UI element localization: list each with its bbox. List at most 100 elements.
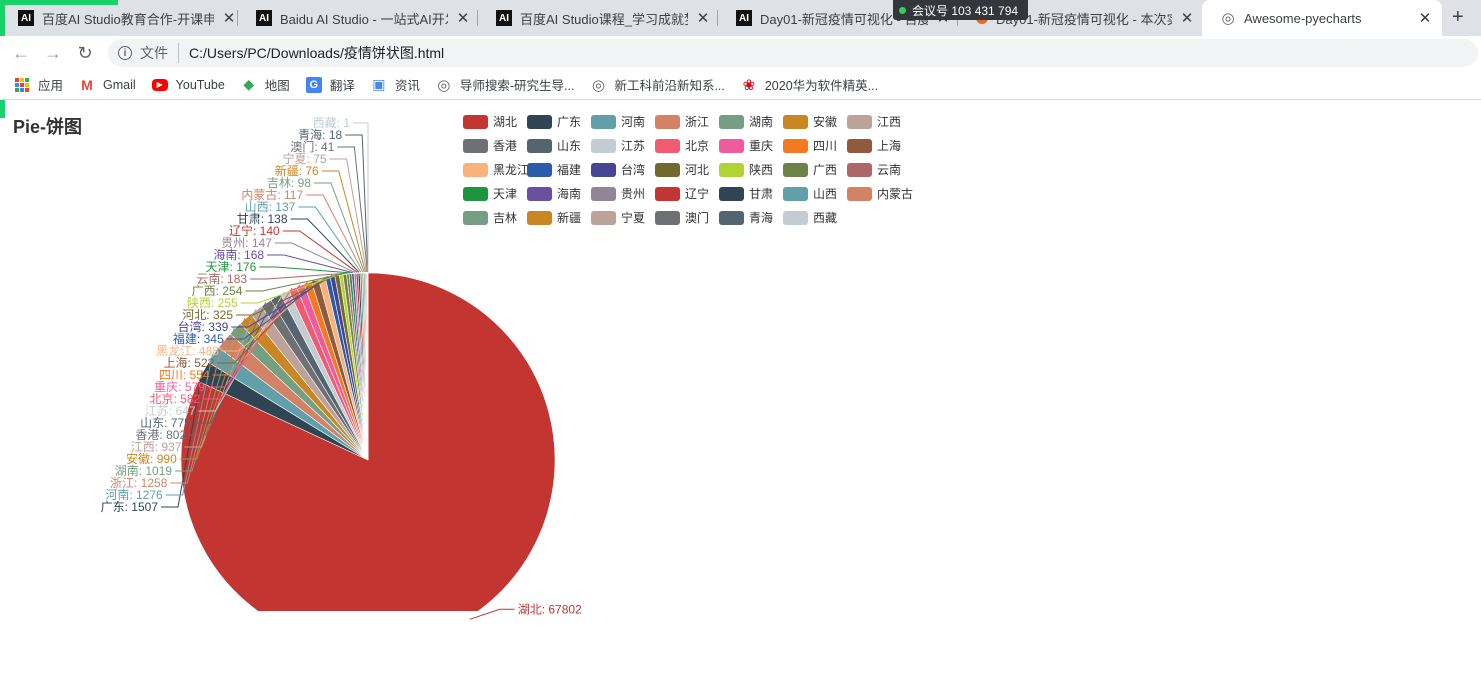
ai-studio-icon: AI: [256, 10, 272, 26]
legend-label: 河北: [685, 163, 710, 177]
legend-item[interactable]: 宁夏: [591, 209, 645, 226]
legend-item[interactable]: 安徽: [783, 113, 837, 130]
url-text[interactable]: C:/Users/PC/Downloads/疫情饼状图.html: [189, 43, 444, 63]
reload-button[interactable]: ↻: [72, 40, 98, 66]
info-icon[interactable]: i: [118, 46, 132, 60]
legend-swatch: [847, 162, 872, 177]
legend-item[interactable]: 山东: [527, 137, 581, 154]
slice-label: 广东: 1507: [101, 500, 159, 514]
browser-toolbar: ← → ↻ i 文件 C:/Users/PC/Downloads/疫情饼状图.h…: [0, 36, 1481, 70]
legend-label: 辽宁: [685, 187, 710, 201]
bookmark-item[interactable]: ◎ 导师搜索-研究生导...: [436, 75, 574, 94]
slice-label: 广西: 254: [192, 284, 243, 298]
tab-1[interactable]: AI Baidu AI Studio - 一站式AI开发 ✕: [238, 0, 480, 36]
bookmark-item[interactable]: M Gmail: [79, 77, 136, 93]
legend-label: 江苏: [621, 139, 646, 153]
legend-item[interactable]: 天津: [463, 185, 517, 202]
legend-item[interactable]: 云南: [847, 161, 901, 178]
legend-item[interactable]: 贵州: [591, 185, 645, 202]
bookmark-item[interactable]: ❀ 2020华为软件精英...: [741, 75, 879, 94]
tab-2[interactable]: AI 百度AI Studio课程_学习成就梦想 ✕: [478, 0, 720, 36]
label-leader-line: [353, 122, 369, 272]
bookmark-item[interactable]: ◆ 地图: [241, 75, 290, 94]
legend-item[interactable]: 陕西: [719, 161, 773, 178]
slice-label: 河北: 325: [182, 308, 233, 322]
bookmark-label: YouTube: [175, 77, 225, 92]
legend-item[interactable]: 湖北: [463, 113, 517, 130]
legend-item[interactable]: 吉林: [463, 209, 517, 226]
legend-item[interactable]: 台湾: [591, 161, 645, 178]
legend-item[interactable]: 黑龙江: [463, 161, 529, 178]
close-icon[interactable]: ✕: [220, 9, 238, 27]
legend-label: 内蒙古: [877, 187, 914, 201]
bookmark-item[interactable]: ▶ YouTube: [151, 77, 225, 92]
globe-icon: ◎: [591, 76, 605, 94]
legend-swatch: [527, 210, 552, 225]
close-icon[interactable]: ✕: [454, 9, 472, 27]
bookmark-item[interactable]: ▣ 资讯: [371, 75, 420, 94]
legend-item[interactable]: 上海: [847, 137, 901, 154]
legend-swatch: [463, 210, 488, 225]
meeting-id: 会议号 103 431 794: [912, 3, 1019, 18]
slice-label: 甘肃: 138: [237, 212, 288, 226]
legend-item[interactable]: 广东: [527, 113, 581, 130]
legend-item[interactable]: 浙江: [655, 113, 709, 130]
legend-item[interactable]: 北京: [655, 137, 709, 154]
legend-label: 贵州: [621, 187, 646, 201]
legend-item[interactable]: 辽宁: [655, 185, 709, 202]
address-bar[interactable]: i 文件 C:/Users/PC/Downloads/疫情饼状图.html: [108, 39, 1478, 67]
legend-label: 北京: [685, 139, 710, 153]
legend-label: 重庆: [749, 139, 774, 153]
legend-item[interactable]: 海南: [527, 185, 581, 202]
legend-item[interactable]: 香港: [463, 137, 517, 154]
new-tab-button[interactable]: +: [1452, 6, 1464, 29]
bookmark-label: 地图: [264, 79, 290, 93]
legend-item[interactable]: 重庆: [719, 137, 773, 154]
legend-item[interactable]: 新疆: [527, 209, 581, 226]
back-button[interactable]: ←: [8, 40, 34, 66]
legend-item[interactable]: 河南: [591, 113, 645, 130]
legend-item[interactable]: 四川: [783, 137, 837, 154]
slice-label: 西藏: 1: [313, 116, 351, 130]
legend-swatch: [527, 162, 552, 177]
chart-title: Pie-饼图: [13, 117, 83, 137]
legend-item[interactable]: 福建: [527, 161, 581, 178]
close-icon[interactable]: ✕: [694, 9, 712, 27]
legend-item[interactable]: 河北: [655, 161, 709, 178]
bookmark-item[interactable]: 应用: [14, 75, 63, 94]
screen-share-border-top: [0, 0, 118, 5]
legend-swatch: [463, 162, 488, 177]
legend-item[interactable]: 湖南: [719, 113, 773, 130]
legend-item[interactable]: 内蒙古: [847, 185, 913, 202]
legend-item[interactable]: 山西: [783, 185, 837, 202]
close-icon[interactable]: ✕: [1416, 9, 1434, 27]
legend-label: 福建: [557, 163, 582, 177]
forward-button[interactable]: →: [40, 40, 66, 66]
tab-5[interactable]: ◎ Awesome-pyecharts ✕: [1202, 0, 1442, 36]
legend-item[interactable]: 甘肃: [719, 185, 773, 202]
bookmark-label: 应用: [38, 79, 64, 93]
legend-item[interactable]: 青海: [719, 209, 773, 226]
legend-item[interactable]: 江苏: [591, 137, 645, 154]
tab-separator: [477, 10, 478, 26]
legend-item[interactable]: 广西: [783, 161, 837, 178]
legend-label: 台湾: [621, 163, 646, 177]
bookmark-label: 翻译: [329, 79, 355, 93]
close-icon[interactable]: ✕: [1178, 9, 1196, 27]
legend-swatch: [527, 114, 552, 129]
legend-label: 广西: [813, 163, 838, 177]
bookmark-label: 资讯: [394, 79, 420, 93]
bookmark-item[interactable]: G 翻译: [305, 75, 355, 94]
legend-swatch: [655, 210, 680, 225]
arrow-left-icon: ←: [12, 42, 30, 63]
bookmark-item[interactable]: ◎ 新工科前沿新知系...: [590, 75, 725, 94]
tab-0[interactable]: AI 百度AI Studio教育合作-开课申请 ✕: [0, 0, 246, 36]
legend-swatch: [847, 138, 872, 153]
apps-grid-icon: [14, 77, 30, 93]
legend-item[interactable]: 江西: [847, 113, 901, 130]
scheme-label: 文件: [140, 43, 179, 63]
bookmark-label: Gmail: [103, 77, 136, 92]
legend-item[interactable]: 西藏: [783, 209, 837, 226]
legend-swatch: [719, 138, 744, 153]
legend-item[interactable]: 澳门: [655, 209, 709, 226]
